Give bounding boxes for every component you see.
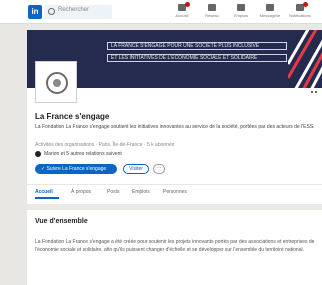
active-tab-indicator: [35, 197, 59, 199]
tab-people[interactable]: Personnes: [163, 189, 187, 195]
nav-label: Messagerie: [259, 13, 281, 18]
nav-notifications[interactable]: Notifications: [288, 2, 312, 22]
nav-home[interactable]: Accueil: [170, 2, 194, 22]
message-icon: [266, 4, 274, 11]
search-placeholder: Rechercher: [58, 7, 90, 13]
nav-messaging[interactable]: Messagerie: [258, 4, 282, 22]
tab-posts[interactable]: Posts: [107, 189, 120, 195]
seal-icon: [46, 72, 68, 94]
banner-line-1: LA FRANCE S'ENGAGE POUR UNE SOCIÉTÉ PLUS…: [111, 43, 260, 49]
company-logo[interactable]: [36, 62, 76, 102]
nav-label: Accueil: [175, 13, 189, 18]
nav-label: Réseau: [205, 13, 219, 18]
more-options-icon[interactable]: [311, 91, 317, 95]
company-name: La France s'engage: [35, 112, 110, 121]
notification-badge: [303, 2, 308, 7]
search-bar[interactable]: Rechercher: [44, 5, 112, 19]
section-divider: [27, 204, 322, 210]
top-navigation: in Rechercher Accueil Réseau Emplois Mes…: [0, 0, 322, 24]
follower-avatar: [35, 151, 41, 157]
nav-network[interactable]: Réseau: [200, 4, 224, 22]
notification-badge: [185, 2, 190, 7]
linkedin-logo[interactable]: in: [28, 5, 42, 19]
more-button[interactable]: ···: [153, 164, 165, 174]
company-meta: Activités des organisations · Paris, Île…: [35, 142, 175, 148]
nav-jobs[interactable]: Emplois: [229, 4, 253, 22]
visit-button[interactable]: Visiter: [123, 164, 149, 174]
tab-about[interactable]: À propos: [71, 189, 91, 195]
people-icon: [208, 4, 216, 11]
overview-title: Vue d'ensemble: [35, 218, 88, 225]
briefcase-icon: [237, 4, 245, 11]
banner-line-2: ET LES INITIATIVES DE L'ÉCONOMIE SOCIALE…: [111, 55, 258, 61]
overview-text: La Fondation La France s'engage a été cr…: [35, 239, 315, 253]
nav-label: Emplois: [233, 13, 249, 18]
tab-home[interactable]: Accueil: [35, 189, 53, 195]
page-tabs: Accueil À propos Posts Emplois Personnes: [27, 184, 322, 200]
banner-text-box: LA FRANCE S'ENGAGE POUR UNE SOCIÉTÉ PLUS…: [107, 42, 287, 50]
company-tagline: La Fondation La France s'engage soutient…: [35, 124, 315, 130]
banner-text-box: ET LES INITIATIVES DE L'ÉCONOMIE SOCIALE…: [107, 54, 287, 62]
nav-label: Notifications: [289, 13, 311, 18]
company-page-card: LA FRANCE S'ENGAGE POUR UNE SOCIÉTÉ PLUS…: [27, 30, 322, 285]
search-icon: [48, 8, 55, 15]
follow-button[interactable]: ✓ Suivre La France s'engage: [35, 164, 117, 174]
banner-stripes-graphic: [288, 30, 322, 88]
followers-note: Marion et 5 autres relations suivent: [44, 151, 122, 157]
tab-jobs[interactable]: Emplois: [132, 189, 150, 195]
